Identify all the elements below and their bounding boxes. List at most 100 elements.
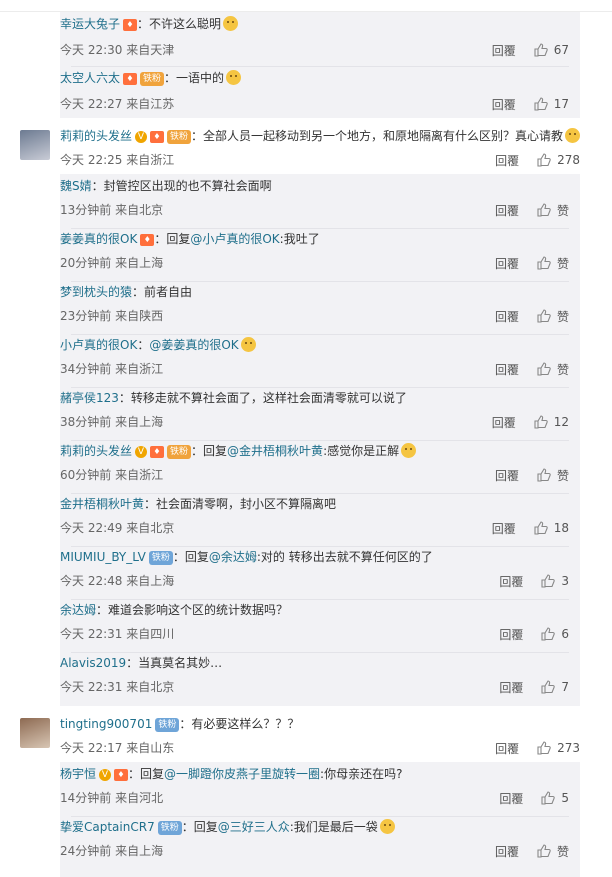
reply-meta: 今天 22:49 来自北京 [60,521,175,535]
like-count: 赞 [556,844,569,859]
mention-link[interactable]: @姜姜真的很OK [149,338,238,352]
mention-link[interactable]: @余达姆 [209,550,257,564]
like-button[interactable]: 赞 [537,202,569,219]
username-link[interactable]: 幸运大兔子 [60,17,120,31]
reply-button[interactable]: 回覆 [495,202,519,219]
reply-button[interactable]: 回覆 [499,573,523,590]
reply-actions: 回覆 赞 [495,361,569,377]
reply-button[interactable]: 回覆 [495,255,519,272]
like-count: 7 [561,680,569,694]
reply-button[interactable]: 回覆 [492,520,516,537]
like-button[interactable]: 赞 [537,361,569,378]
mention-link[interactable]: @金井梧桐秋叶黄 [227,444,323,458]
comment-meta: 今天 22:25 来自浙江 [60,153,175,167]
fan-badge: 铁粉 [140,72,165,86]
divider [71,66,569,67]
like-button[interactable]: 12 [534,415,569,429]
username-link[interactable]: 姜姜真的很OK [60,232,137,246]
reply-button[interactable]: 回覆 [495,308,519,325]
reply-meta: 13分钟前 来自北京 [60,203,164,217]
username-link[interactable]: 梦到枕头的猿 [60,285,132,299]
like-button[interactable]: 5 [541,791,569,805]
thumbs-up-icon [534,97,548,111]
username-link[interactable]: Alavis2019 [60,656,126,670]
like-button[interactable]: 赞 [537,467,569,484]
username-link[interactable]: tingting900701 [60,717,152,731]
reply-text-tail: :我吐了 [279,232,320,246]
username-link[interactable]: 太空人六太 [60,71,120,85]
list-item: 杨宇恒 V ♦ ：回复@一脚蹬你皮燕子里旋转一圈:你母亲还在吗? 14分钟前 来自河北 回… [60,766,569,815]
emoji-icon [379,819,395,834]
reply-button[interactable]: 回覆 [495,152,519,169]
like-button[interactable]: 18 [534,521,569,535]
username-link[interactable]: 金井梧桐秋叶黄 [60,497,144,511]
like-button[interactable]: 17 [534,97,569,111]
username-link[interactable]: 余达姆 [60,603,96,617]
reply-text: ：回复 [128,767,165,781]
username-link[interactable]: 小卢真的很OK [60,338,137,352]
username-link[interactable]: MIUMIU_BY_LV [60,550,146,564]
emoji-icon [226,70,242,85]
divider [71,334,569,335]
reply-button[interactable]: 回覆 [499,790,523,807]
list-item: 小卢真的很OK：@姜姜真的很OK 34分钟前 来自浙江 回覆 赞 [60,337,569,386]
like-button[interactable]: 273 [537,741,580,755]
emoji-icon [565,128,581,143]
emoji-icon [401,443,417,458]
username-link[interactable]: 赭亭侯123 [60,391,119,405]
reply-button[interactable]: 回覆 [492,414,516,431]
list-item: MIUMIU_BY_LV 铁粉 ：回复@余达姆:对的 转移出去就不算任何区的了 今天 … [60,549,569,598]
reply-actions: 回覆 赞 [495,255,569,271]
like-count: 赞 [556,256,569,271]
like-count: 67 [553,43,569,57]
list-item: 莉莉的头发丝 V ♦ 铁粉 ：回复@金井梧桐秋叶黄:感觉你是正解 60分钟前 来自浙江 回覆… [60,443,569,492]
reply-button[interactable]: 回覆 [492,96,516,113]
reply-actions: 回覆 赞 [495,467,569,483]
avatar[interactable] [20,130,50,160]
list-item: 幸运大兔子 ♦ ：不许这么聪明 今天 22:30 来自天津 回覆 67 [60,16,569,66]
mention-link[interactable]: @一脚蹬你皮燕子里旋转一圈 [164,767,320,781]
divider [71,546,569,547]
username-link[interactable]: 莉莉的头发丝 [60,444,132,458]
like-count: 18 [553,521,569,535]
fan-badge: 铁粉 [148,551,173,565]
like-button[interactable]: 3 [541,574,569,588]
reply-button[interactable]: 回覆 [499,679,523,696]
username-link[interactable]: 挚爱CaptainCR7 [60,820,155,834]
like-button[interactable]: 278 [537,153,580,167]
mention-link[interactable]: @小卢真的很OK [190,232,279,246]
reply-group-previous: 幸运大兔子 ♦ ：不许这么聪明 今天 22:30 来自天津 回覆 67 太空人六太 ♦… [60,12,580,118]
list-item: 太空人六太 ♦ 铁粉 ：一语中的 今天 22:27 来自江苏 回覆 17 [60,70,569,116]
reply-button[interactable]: 回覆 [495,740,519,757]
like-button[interactable]: 6 [541,627,569,641]
reply-meta: 今天 22:30 来自天津 [60,43,175,57]
reply-button[interactable]: 回覆 [495,467,519,484]
username-link[interactable]: 魏S婧 [60,179,92,193]
divider [71,440,569,441]
divider [71,228,569,229]
username-link[interactable]: 杨宇恒 [60,767,96,781]
reply-button[interactable]: 回覆 [499,626,523,643]
reply-actions: 回覆 赞 [495,308,569,324]
divider [71,599,569,600]
reply-button[interactable]: 回覆 [492,42,516,59]
reply-actions: 回覆 17 [492,96,569,112]
like-button[interactable]: 67 [534,43,569,57]
username-link[interactable]: 莉莉的头发丝 [60,129,132,143]
reply-text-tail: :你母亲还在吗? [320,767,403,781]
like-button[interactable]: 赞 [537,843,569,860]
avatar[interactable] [20,718,50,748]
reply-actions: 回覆 赞 [495,843,569,859]
like-button[interactable]: 赞 [537,255,569,272]
reply-meta: 今天 22:31 来自北京 [60,680,175,694]
reply-text: ：不许这么聪明 [137,17,222,31]
reply-text: ：转移走就不算社会面了，这样社会面清零就可以说了 [118,391,407,405]
reply-button[interactable]: 回覆 [495,361,519,378]
list-item: 挚爱CaptainCR7 铁粉 ：回复@三好三人众:我们是最后一袋 24分钟前 来自上… [60,819,569,868]
like-button[interactable]: 赞 [537,308,569,325]
reply-button[interactable]: 回覆 [495,843,519,860]
reply-text: ： [137,338,150,352]
like-button[interactable]: 7 [541,680,569,694]
mention-link[interactable]: @三好三人众 [218,820,290,834]
list-item: 金井梧桐秋叶黄：社会面清零啊，封小区不算隔离吧 今天 22:49 来自北京 回覆 18 [60,496,569,545]
